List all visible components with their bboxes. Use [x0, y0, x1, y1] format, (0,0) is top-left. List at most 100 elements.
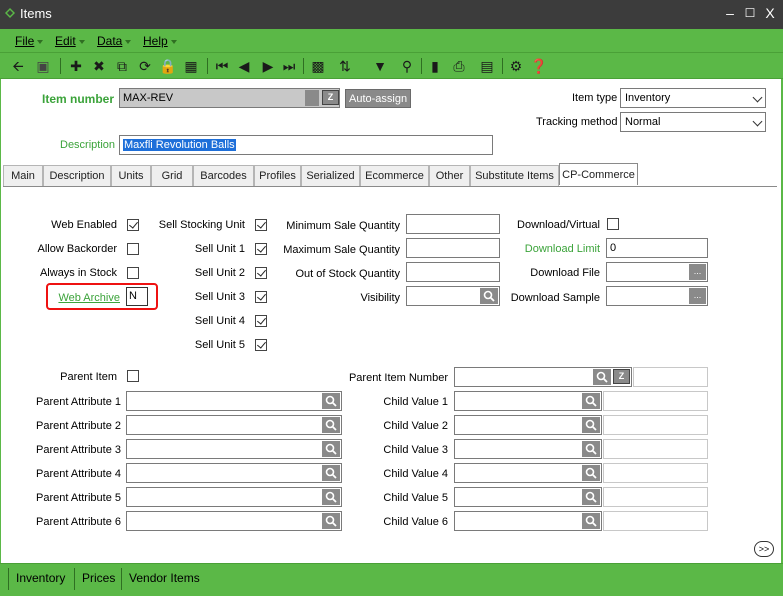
visibility-field[interactable]	[406, 286, 500, 306]
child-value-6-field[interactable]	[454, 511, 602, 531]
parent-attribute-1-field[interactable]	[126, 391, 342, 411]
min-sale-qty-field[interactable]	[406, 214, 500, 234]
child-value-1-field[interactable]	[454, 391, 602, 411]
tab-other[interactable]: Other	[429, 165, 470, 186]
download-limit-field[interactable]: 0	[606, 238, 708, 258]
item-number-field[interactable]: MAX-REV Z	[119, 88, 340, 108]
child-value-3-field[interactable]	[454, 439, 602, 459]
max-sale-qty-field[interactable]	[406, 238, 500, 258]
search-icon[interactable]	[582, 513, 600, 529]
next-record-icon[interactable]: ▶	[259, 57, 277, 75]
parent-attribute-3-field[interactable]	[126, 439, 342, 459]
bookmark-icon[interactable]: ▩	[309, 57, 327, 75]
out-of-stock-qty-field[interactable]	[406, 262, 500, 282]
sell-unit-3-checkbox[interactable]	[255, 291, 267, 303]
tab-substitute-items[interactable]: Substitute Items	[470, 165, 559, 186]
tab-ecommerce[interactable]: Ecommerce	[360, 165, 429, 186]
sell-unit-4-checkbox[interactable]	[255, 315, 267, 327]
search-icon[interactable]	[582, 393, 600, 409]
tab-profiles[interactable]: Profiles	[254, 165, 301, 186]
parent-item-number-field[interactable]: Z	[454, 367, 632, 387]
maximize-button[interactable]: ☐	[742, 4, 758, 22]
more-button[interactable]: >>	[754, 541, 774, 557]
lock-icon[interactable]: 🔒	[159, 57, 177, 75]
add-icon[interactable]: ✚	[67, 57, 85, 75]
sell-stocking-unit-checkbox[interactable]	[255, 219, 267, 231]
parent-item-checkbox[interactable]	[127, 370, 139, 382]
zoom-icon[interactable]: Z	[613, 369, 630, 384]
tab-description[interactable]: Description	[43, 165, 111, 186]
search-icon[interactable]	[322, 489, 340, 505]
search-icon[interactable]	[480, 288, 498, 304]
search-icon[interactable]	[582, 441, 600, 457]
search-icon[interactable]	[582, 465, 600, 481]
child-value-5-field[interactable]	[454, 487, 602, 507]
back-arrow-icon[interactable]: 🡨	[9, 57, 27, 75]
tab-serialized[interactable]: Serialized	[301, 165, 360, 186]
parent-attribute-4-field[interactable]	[126, 463, 342, 483]
minimize-button[interactable]: –	[722, 4, 738, 22]
sort-icon[interactable]: ⇅	[336, 57, 354, 75]
lookup-icon[interactable]	[305, 90, 319, 106]
tab-grid[interactable]: Grid	[151, 165, 193, 186]
support-icon[interactable]: ⚙	[507, 57, 525, 75]
search-icon[interactable]	[582, 417, 600, 433]
tab-units[interactable]: Units	[111, 165, 151, 186]
card-icon[interactable]: ▤	[478, 57, 496, 75]
search-icon[interactable]	[593, 369, 611, 385]
bottom-tab-vendor-items[interactable]: Vendor Items	[129, 571, 200, 585]
filter-icon[interactable]: ▼	[371, 57, 389, 75]
auto-assign-button[interactable]: Auto-assign	[345, 89, 412, 108]
search-icon[interactable]	[322, 393, 340, 409]
help-icon[interactable]: ❓	[530, 57, 548, 75]
menu-file[interactable]: File	[15, 34, 44, 48]
print-icon[interactable]: ⎙	[450, 57, 468, 75]
previous-record-icon[interactable]: ◀	[235, 57, 253, 75]
parent-attribute-6-field[interactable]	[126, 511, 342, 531]
sell-unit-2-checkbox[interactable]	[255, 267, 267, 279]
sell-unit-1-checkbox[interactable]	[255, 243, 267, 255]
tracking-method-select[interactable]: Normal	[620, 112, 766, 132]
menu-help[interactable]: Help	[143, 34, 177, 48]
first-record-icon[interactable]: ⏮	[213, 57, 231, 75]
download-file-field[interactable]: ...	[606, 262, 708, 282]
document-icon[interactable]: ▮	[426, 57, 444, 75]
grid-icon[interactable]: ▦	[182, 57, 200, 75]
download-sample-field[interactable]: ...	[606, 286, 708, 306]
refresh-icon[interactable]: ⟳	[136, 57, 154, 75]
bottom-tab-inventory[interactable]: Inventory	[16, 571, 65, 585]
download-virtual-checkbox[interactable]	[607, 218, 619, 230]
search-icon[interactable]	[322, 417, 340, 433]
last-record-icon[interactable]: ⏭	[280, 57, 298, 75]
menu-data[interactable]: Data	[97, 34, 132, 48]
menu-edit[interactable]: Edit	[55, 34, 85, 48]
parent-attribute-2-label: Parent Attribute 2	[36, 420, 121, 432]
child-value-4-field[interactable]	[454, 463, 602, 483]
close-button[interactable]: X	[762, 4, 778, 22]
search-icon[interactable]	[322, 465, 340, 481]
zoom-icon[interactable]: Z	[322, 90, 339, 105]
tab-barcodes[interactable]: Barcodes	[193, 165, 254, 186]
delete-icon[interactable]: ✖	[90, 57, 108, 75]
always-in-stock-checkbox[interactable]	[127, 267, 139, 279]
parent-attribute-5-field[interactable]	[126, 487, 342, 507]
search-icon[interactable]: ⚲	[398, 57, 416, 75]
tab-cp-commerce[interactable]: CP-Commerce	[559, 163, 638, 185]
web-enabled-checkbox[interactable]	[127, 219, 139, 231]
tab-main[interactable]: Main	[3, 165, 43, 186]
sell-unit-5-checkbox[interactable]	[255, 339, 267, 351]
item-type-select[interactable]: Inventory	[620, 88, 766, 108]
browse-file-button[interactable]: ...	[689, 264, 706, 280]
description-field[interactable]: Maxfli Revolution Balls	[119, 135, 493, 155]
save-icon[interactable]: ▣	[34, 57, 52, 75]
search-icon[interactable]	[582, 489, 600, 505]
search-icon[interactable]	[322, 441, 340, 457]
allow-backorder-checkbox[interactable]	[127, 243, 139, 255]
search-icon[interactable]	[322, 513, 340, 529]
browse-sample-button[interactable]: ...	[689, 288, 706, 304]
parent-attribute-2-field[interactable]	[126, 415, 342, 435]
copy-icon[interactable]: ⧉	[113, 57, 131, 75]
bottom-tab-prices[interactable]: Prices	[82, 571, 115, 585]
child-value-2-field[interactable]	[454, 415, 602, 435]
menu-bar: File Edit Data Help	[0, 29, 783, 53]
